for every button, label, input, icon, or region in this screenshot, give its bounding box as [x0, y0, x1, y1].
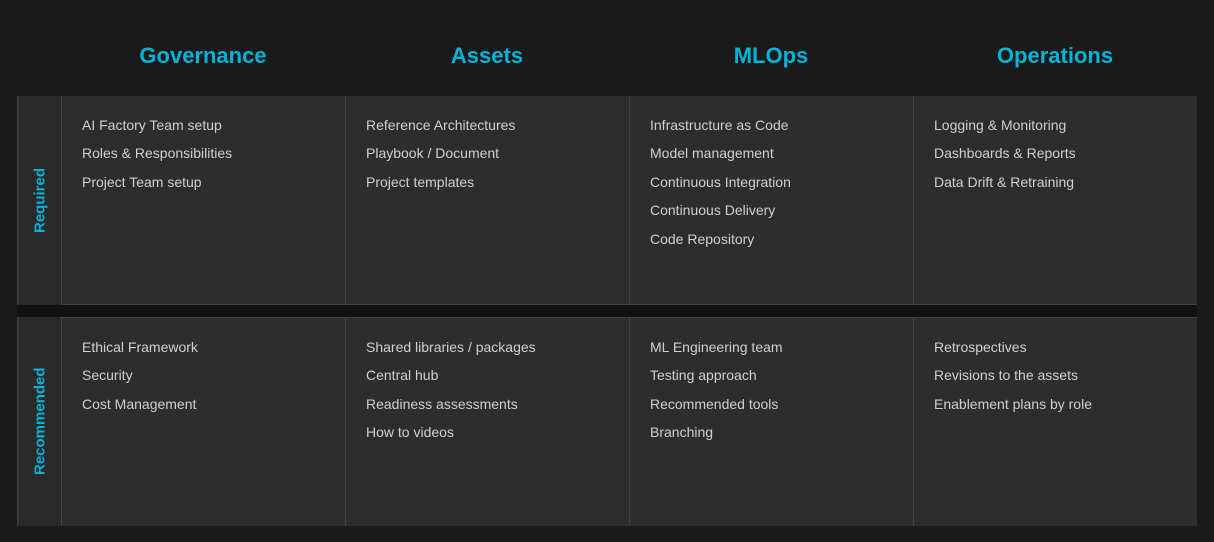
req-mlops-item-4: Continuous Delivery — [650, 199, 893, 221]
divider-assets — [345, 305, 629, 317]
req-gov-item-3: Project Team setup — [82, 171, 325, 193]
label-required: Required — [17, 96, 61, 305]
recommended-governance-cell: Ethical Framework Security Cost Manageme… — [61, 317, 345, 526]
divider-ops — [913, 305, 1197, 317]
recommended-operations-cell: Retrospectives Revisions to the assets E… — [913, 317, 1197, 526]
header-operations: Operations — [913, 16, 1197, 96]
req-mlops-item-1: Infrastructure as Code — [650, 114, 893, 136]
header-mlops: MLOps — [629, 16, 913, 96]
divider-mlops — [629, 305, 913, 317]
rec-ops-item-3: Enablement plans by role — [934, 393, 1177, 415]
req-gov-item-1: AI Factory Team setup — [82, 114, 325, 136]
req-gov-item-2: Roles & Responsibilities — [82, 142, 325, 164]
req-ops-item-1: Logging & Monitoring — [934, 114, 1177, 136]
rec-mlops-item-4: Branching — [650, 421, 893, 443]
rec-assets-item-4: How to videos — [366, 421, 609, 443]
rec-assets-item-1: Shared libraries / packages — [366, 336, 609, 358]
rec-ops-item-2: Revisions to the assets — [934, 364, 1177, 386]
divider-gov — [61, 305, 345, 317]
req-ops-item-2: Dashboards & Reports — [934, 142, 1177, 164]
rec-mlops-item-3: Recommended tools — [650, 393, 893, 415]
required-governance-cell: AI Factory Team setup Roles & Responsibi… — [61, 96, 345, 305]
rec-gov-item-1: Ethical Framework — [82, 336, 325, 358]
header-governance: Governance — [61, 16, 345, 96]
req-mlops-item-5: Code Repository — [650, 228, 893, 250]
req-assets-item-1: Reference Architectures — [366, 114, 609, 136]
req-ops-item-3: Data Drift & Retraining — [934, 171, 1177, 193]
label-recommended: Recommended — [17, 317, 61, 526]
rec-gov-item-3: Cost Management — [82, 393, 325, 415]
main-table: Governance Assets MLOps Operations Requi… — [17, 16, 1197, 526]
req-mlops-item-2: Model management — [650, 142, 893, 164]
rec-mlops-item-2: Testing approach — [650, 364, 893, 386]
corner-cell — [17, 16, 61, 96]
recommended-mlops-cell: ML Engineering team Testing approach Rec… — [629, 317, 913, 526]
recommended-assets-cell: Shared libraries / packages Central hub … — [345, 317, 629, 526]
rec-gov-item-2: Security — [82, 364, 325, 386]
rec-ops-item-1: Retrospectives — [934, 336, 1177, 358]
required-assets-cell: Reference Architectures Playbook / Docum… — [345, 96, 629, 305]
required-operations-cell: Logging & Monitoring Dashboards & Report… — [913, 96, 1197, 305]
rec-assets-item-3: Readiness assessments — [366, 393, 609, 415]
req-mlops-item-3: Continuous Integration — [650, 171, 893, 193]
rec-mlops-item-1: ML Engineering team — [650, 336, 893, 358]
header-assets: Assets — [345, 16, 629, 96]
divider-label — [17, 305, 61, 317]
req-assets-item-2: Playbook / Document — [366, 142, 609, 164]
required-mlops-cell: Infrastructure as Code Model management … — [629, 96, 913, 305]
req-assets-item-3: Project templates — [366, 171, 609, 193]
rec-assets-item-2: Central hub — [366, 364, 609, 386]
